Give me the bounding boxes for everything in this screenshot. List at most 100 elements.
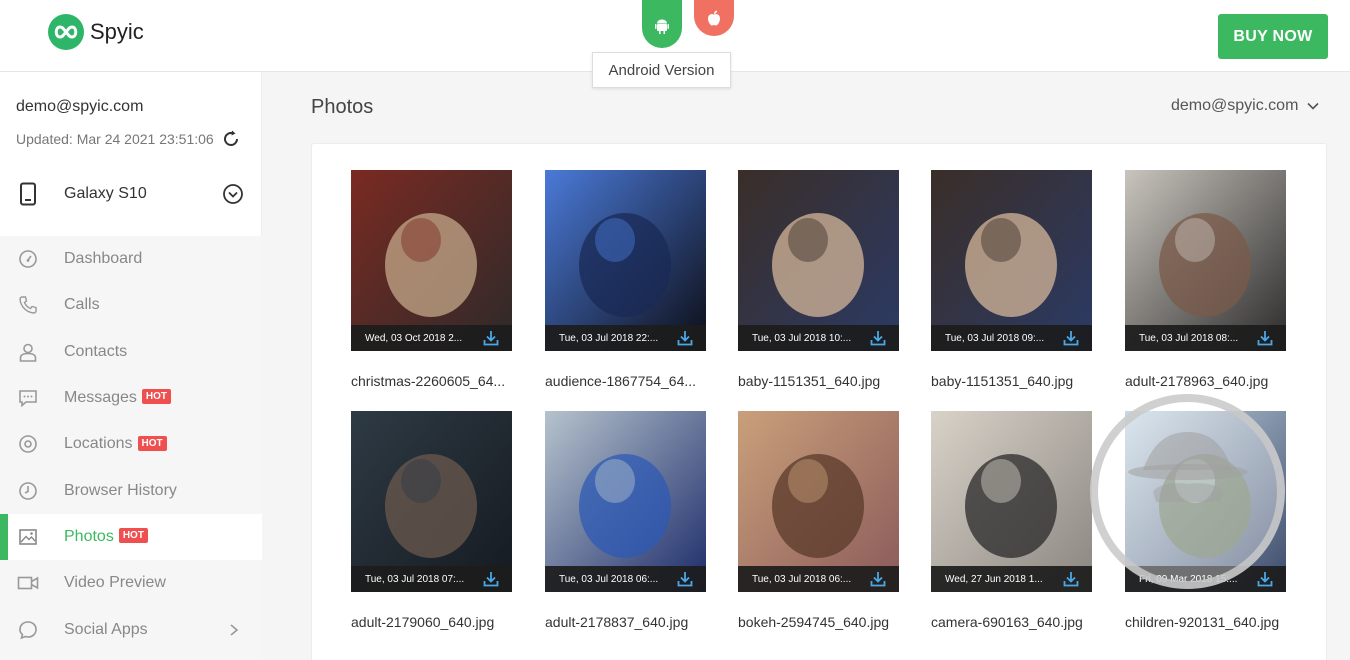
- photo-card[interactable]: Tue, 03 Jul 2018 22:... audience-1867754_…: [545, 170, 706, 389]
- photo-filename[interactable]: baby-1151351_640.jpg: [931, 373, 1101, 389]
- sidebar-item-label: Social Apps: [64, 620, 148, 638]
- android-tab[interactable]: [642, 0, 682, 48]
- sidebar-item-text: Messages: [64, 389, 137, 407]
- photo-card[interactable]: Tue, 03 Jul 2018 06:... bokeh-2594745_640…: [738, 411, 899, 630]
- photo-date: Tue, 03 Jul 2018 07:...: [365, 573, 465, 585]
- sidebar-item-label: Photos HOT: [64, 528, 148, 546]
- photo-date: Tue, 03 Jul 2018 06:...: [559, 573, 659, 585]
- photo-filename[interactable]: audience-1867754_64...: [545, 373, 715, 389]
- photo-filename[interactable]: bokeh-2594745_640.jpg: [738, 614, 908, 630]
- photo-thumbnail[interactable]: Wed, 27 Jun 2018 1...: [931, 411, 1092, 592]
- buy-now-button[interactable]: BUY NOW: [1218, 14, 1328, 59]
- photo-date-bar: Wed, 03 Oct 2018 2...: [351, 325, 512, 351]
- photo-date-bar: Fri, 09 Mar 2018 15:...: [1125, 566, 1286, 592]
- sidebar-item-social-apps[interactable]: Social Apps: [0, 606, 262, 652]
- download-icon[interactable]: [1256, 329, 1274, 350]
- page-title: Photos: [311, 96, 374, 118]
- download-icon[interactable]: [676, 329, 694, 350]
- photo-image: [545, 170, 706, 351]
- dashboard-icon: [17, 248, 39, 270]
- photo-filename[interactable]: adult-2179060_640.jpg: [351, 614, 521, 630]
- device-selector[interactable]: Galaxy S10: [0, 168, 262, 220]
- location-icon: [17, 433, 39, 455]
- photo-image: [738, 170, 899, 351]
- download-icon[interactable]: [1062, 329, 1080, 350]
- photo-filename[interactable]: camera-690163_640.jpg: [931, 614, 1101, 630]
- photo-thumbnail[interactable]: Tue, 03 Jul 2018 06:...: [738, 411, 899, 592]
- hot-badge: HOT: [137, 435, 167, 451]
- chevron-down-icon: [1307, 102, 1319, 110]
- user-menu-email: demo@spyic.com: [1171, 97, 1299, 114]
- photo-thumbnail[interactable]: Tue, 03 Jul 2018 06:...: [545, 411, 706, 592]
- sidebar-item-text: Photos: [64, 527, 114, 545]
- photo-card[interactable]: Fri, 09 Mar 2018 15:... children-920131_6…: [1125, 411, 1286, 630]
- photo-date: Wed, 03 Oct 2018 2...: [365, 332, 463, 344]
- sidebar-item-label: Video Preview: [64, 574, 166, 592]
- photo-thumbnail[interactable]: Tue, 03 Jul 2018 08:...: [1125, 170, 1286, 351]
- photo-card[interactable]: Wed, 03 Oct 2018 2... christmas-2260605_6…: [351, 170, 512, 389]
- photo-filename[interactable]: adult-2178963_640.jpg: [1125, 373, 1295, 389]
- photo-filename[interactable]: adult-2178837_640.jpg: [545, 614, 715, 630]
- sidebar-item-label: Calls: [64, 296, 100, 314]
- photo-image: [351, 411, 512, 592]
- photo-date: Tue, 03 Jul 2018 06:...: [752, 573, 852, 585]
- download-icon[interactable]: [482, 570, 500, 591]
- photo-card[interactable]: Tue, 03 Jul 2018 09:... baby-1151351_640.…: [931, 170, 1092, 389]
- photo-filename[interactable]: baby-1151351_640.jpg: [738, 373, 908, 389]
- sidebar-item-browser-history[interactable]: Browser History: [0, 467, 262, 513]
- download-icon[interactable]: [869, 570, 887, 591]
- refresh-icon[interactable]: [221, 129, 241, 149]
- photo-card[interactable]: Tue, 03 Jul 2018 08:... adult-2178963_640…: [1125, 170, 1286, 389]
- user-menu[interactable]: demo@spyic.com: [1171, 97, 1320, 115]
- chevron-down-icon[interactable]: [222, 183, 244, 205]
- sidebar-item-contacts[interactable]: Contacts: [0, 329, 262, 375]
- photo-date: Fri, 09 Mar 2018 15:...: [1139, 573, 1238, 585]
- photo-image: [931, 411, 1092, 592]
- photo-thumbnail[interactable]: Tue, 03 Jul 2018 10:...: [738, 170, 899, 351]
- photo-image: [545, 411, 706, 592]
- sidebar-item-dashboard[interactable]: Dashboard: [0, 236, 262, 282]
- photo-filename[interactable]: children-920131_640.jpg: [1125, 614, 1295, 630]
- photo-card[interactable]: Tue, 03 Jul 2018 07:... adult-2179060_640…: [351, 411, 512, 630]
- sidebar-item-label: Contacts: [64, 342, 128, 360]
- photo-thumbnail[interactable]: Tue, 03 Jul 2018 22:...: [545, 170, 706, 351]
- phone-icon: [17, 294, 39, 316]
- photo-image: [1125, 170, 1286, 351]
- download-icon[interactable]: [482, 329, 500, 350]
- hot-badge: HOT: [118, 528, 148, 544]
- photo-thumbnail[interactable]: Wed, 03 Oct 2018 2...: [351, 170, 512, 351]
- brand-name: Spyic: [90, 19, 144, 44]
- download-icon[interactable]: [1062, 570, 1080, 591]
- sidebar-item-photos[interactable]: Photos HOT: [0, 513, 262, 561]
- photo-icon: [17, 526, 39, 548]
- sidebar-item-messages[interactable]: Messages HOT: [0, 375, 262, 421]
- sidebar-item-calls[interactable]: Calls: [0, 282, 262, 328]
- photo-thumbnail[interactable]: Tue, 03 Jul 2018 09:...: [931, 170, 1092, 351]
- account-email: demo@spyic.com: [16, 98, 144, 115]
- infinity-icon: [48, 14, 84, 50]
- photo-date: Tue, 03 Jul 2018 22:...: [559, 332, 659, 344]
- photo-card[interactable]: Tue, 03 Jul 2018 06:... adult-2178837_640…: [545, 411, 706, 630]
- brand-logo[interactable]: Spyic: [48, 14, 144, 50]
- android-icon: [655, 19, 669, 34]
- sidebar-item-label: Browser History: [64, 481, 177, 499]
- photo-card[interactable]: Wed, 27 Jun 2018 1... camera-690163_640.j…: [931, 411, 1092, 630]
- apple-icon: [708, 10, 720, 26]
- sidebar-nav: Dashboard Calls Contacts Messages HOT Loc…: [0, 236, 262, 660]
- photo-date: Tue, 03 Jul 2018 08:...: [1139, 332, 1239, 344]
- photo-thumbnail[interactable]: Tue, 03 Jul 2018 07:...: [351, 411, 512, 592]
- photo-filename[interactable]: christmas-2260605_64...: [351, 373, 521, 389]
- sidebar-item-locations[interactable]: Locations HOT: [0, 421, 262, 467]
- photo-date: Wed, 27 Jun 2018 1...: [945, 573, 1043, 585]
- photo-date-bar: Wed, 27 Jun 2018 1...: [931, 566, 1092, 592]
- photo-thumbnail[interactable]: Fri, 09 Mar 2018 15:...: [1125, 411, 1286, 592]
- download-icon[interactable]: [1256, 570, 1274, 591]
- sidebar-item-video-preview[interactable]: Video Preview: [0, 560, 262, 606]
- download-icon[interactable]: [869, 329, 887, 350]
- photo-card[interactable]: Tue, 03 Jul 2018 10:... baby-1151351_640.…: [738, 170, 899, 389]
- ios-tab[interactable]: [694, 0, 734, 36]
- photo-image: [931, 170, 1092, 351]
- device-name: Galaxy S10: [64, 185, 147, 202]
- photo-date-bar: Tue, 03 Jul 2018 06:...: [738, 566, 899, 592]
- download-icon[interactable]: [676, 570, 694, 591]
